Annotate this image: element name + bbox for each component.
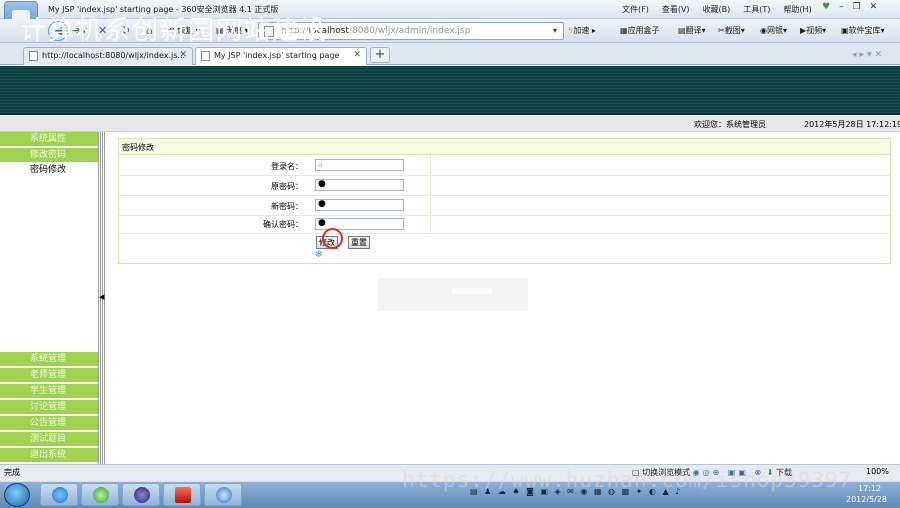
taskbar-app-blue[interactable] xyxy=(204,483,242,506)
taskbar-360-browser[interactable] xyxy=(81,483,119,506)
close-window-button[interactable]: ✕ xyxy=(870,2,878,12)
tab-label: My JSP 'index.jsp' starting page xyxy=(214,51,340,60)
close-icon[interactable]: ✕ xyxy=(353,50,361,60)
panel-title: 密码修改 xyxy=(122,143,154,152)
row-divider xyxy=(430,156,431,176)
sidebar-item-system-management[interactable]: 系统管理 xyxy=(0,352,98,367)
loading-spinner-icon: ✻ xyxy=(315,250,323,260)
form-row-username: 登录名： xyxy=(119,156,890,176)
form-row-old-password: 原密码： xyxy=(119,176,890,196)
page-icon xyxy=(29,51,38,61)
red-app-icon xyxy=(175,487,191,503)
collapse-arrow-icon[interactable]: ◀ xyxy=(99,293,104,301)
ext-software[interactable]: ▣软件宝库▾ xyxy=(841,23,885,39)
row-divider xyxy=(430,176,431,196)
menu-view[interactable]: 查看(V) xyxy=(662,4,690,15)
page-icon xyxy=(201,51,210,61)
current-datetime: 2012年5月28日 17:12:19 xyxy=(804,120,900,129)
site-banner xyxy=(0,66,900,115)
form-row-new-password: 新密码： xyxy=(119,196,890,216)
tab-active[interactable]: My JSP 'index.jsp' starting page ✕ xyxy=(195,47,367,65)
sidebar-item-test-questions[interactable]: 测试题目 xyxy=(0,432,98,447)
ext-app-box-label: 应用盒子 xyxy=(627,26,660,35)
ext-translate-label: 翻译 xyxy=(685,26,702,35)
status-text: 完成 xyxy=(4,468,20,477)
ext-ebank-label: 网银 xyxy=(766,26,783,35)
menu-bar: 文件(F) 查看(V) 收藏(B) 工具(T) 帮助(H) xyxy=(622,4,812,15)
username-field[interactable]: a xyxy=(315,159,404,171)
click-indicator xyxy=(322,228,343,249)
close-icon[interactable]: ✕ xyxy=(179,50,187,60)
ext-translate[interactable]: ▤翻译▾ xyxy=(678,23,706,39)
sidebar-item-teacher-management[interactable]: 老师管理 xyxy=(0,368,98,383)
tab-index[interactable]: http://localhost:8080/wljx/index.js... ✕ xyxy=(23,47,193,65)
speedup-button[interactable]: ϟ加速 ▸ xyxy=(568,23,596,39)
tab-scroll-icons[interactable]: ◂▸▾✕ xyxy=(852,50,885,60)
sidebar: 系统属性 修改密码 密码修改 系统管理 老师管理 学生管理 讨论管理 公告管理 … xyxy=(0,132,98,464)
new-tab-button[interactable]: + xyxy=(370,47,390,63)
new-password-field[interactable]: ● xyxy=(315,199,404,211)
clock-time: 17:12 xyxy=(858,484,882,493)
taskbar-ie[interactable] xyxy=(40,483,78,506)
username-label: 登录名： xyxy=(271,162,303,171)
faint-overlay xyxy=(378,278,528,311)
panel-header xyxy=(119,139,890,155)
clock-date: 2012/5/28 xyxy=(846,495,888,504)
faint-overlay-inner xyxy=(452,288,492,294)
plane-app-icon xyxy=(216,487,232,503)
ext-app-box[interactable]: ▦应用盒子 xyxy=(620,23,660,39)
start-button[interactable] xyxy=(4,483,30,507)
ext-software-label: 软件宝库 xyxy=(848,26,881,35)
row-divider xyxy=(430,214,431,234)
menu-help[interactable]: 帮助(H) xyxy=(783,4,811,15)
ext-video[interactable]: ▶视频▾ xyxy=(800,23,826,39)
tab-label: http://localhost:8080/wljx/index.js... xyxy=(42,51,186,60)
ext-ebank[interactable]: ◉网银▾ xyxy=(760,23,787,39)
browser-360-icon xyxy=(93,487,109,503)
sidebar-item-notice-management[interactable]: 公告管理 xyxy=(0,416,98,431)
sidebar-item-change-password[interactable]: 修改密码 xyxy=(0,148,98,163)
sidebar-item-student-management[interactable]: 学生管理 xyxy=(0,384,98,399)
ext-screenshot-label: 截图 xyxy=(724,26,741,35)
url-path: :8080/wljx/admin/index.jsp xyxy=(348,26,471,36)
confirm-password-label: 确认密码： xyxy=(263,220,303,229)
menu-favorites[interactable]: 收藏(B) xyxy=(703,4,731,15)
watermark: https://www.huzhan.com/ishop39397 xyxy=(402,468,853,492)
ext-screenshot[interactable]: ✂截图▾ xyxy=(718,23,745,39)
menu-file[interactable]: 文件(F) xyxy=(622,4,649,15)
reset-button[interactable]: 重置 xyxy=(348,236,370,249)
old-password-field[interactable]: ● xyxy=(315,179,404,191)
ie-icon xyxy=(52,487,68,503)
sidebar-item-discussion-management[interactable]: 讨论管理 xyxy=(0,400,98,415)
form-row-confirm-password: 确认密码： xyxy=(119,214,890,234)
window-controls: ♥ – ❐ ✕ xyxy=(822,2,877,12)
chevron-down-icon[interactable]: ▾ xyxy=(549,25,561,37)
old-password-label: 原密码： xyxy=(271,182,303,191)
eclipse-icon xyxy=(134,487,150,503)
sidebar-item-system-properties[interactable]: 系统属性 xyxy=(0,132,98,147)
site-title: 计算机系创新园网站建设 xyxy=(20,16,329,46)
taskbar-app-red[interactable] xyxy=(163,483,201,506)
sidebar-item-password-edit[interactable]: 密码修改 xyxy=(0,163,98,178)
ext-video-label: 视频 xyxy=(806,26,823,35)
skin-icon[interactable]: ♥ xyxy=(822,2,830,12)
minimize-button[interactable]: – xyxy=(839,2,844,12)
sidebar-item-logout[interactable]: 退出系统 xyxy=(0,448,98,463)
new-password-label: 新密码： xyxy=(271,202,303,211)
maximize-button[interactable]: ❐ xyxy=(853,2,861,12)
menu-tools[interactable]: 工具(T) xyxy=(743,4,770,15)
row-divider xyxy=(430,196,431,216)
speedup-label: 加速 xyxy=(573,26,590,35)
taskbar-eclipse[interactable] xyxy=(122,483,160,506)
zoom-level[interactable]: 100% xyxy=(866,467,889,476)
welcome-text: 欢迎您：系统管理员 xyxy=(694,120,766,129)
